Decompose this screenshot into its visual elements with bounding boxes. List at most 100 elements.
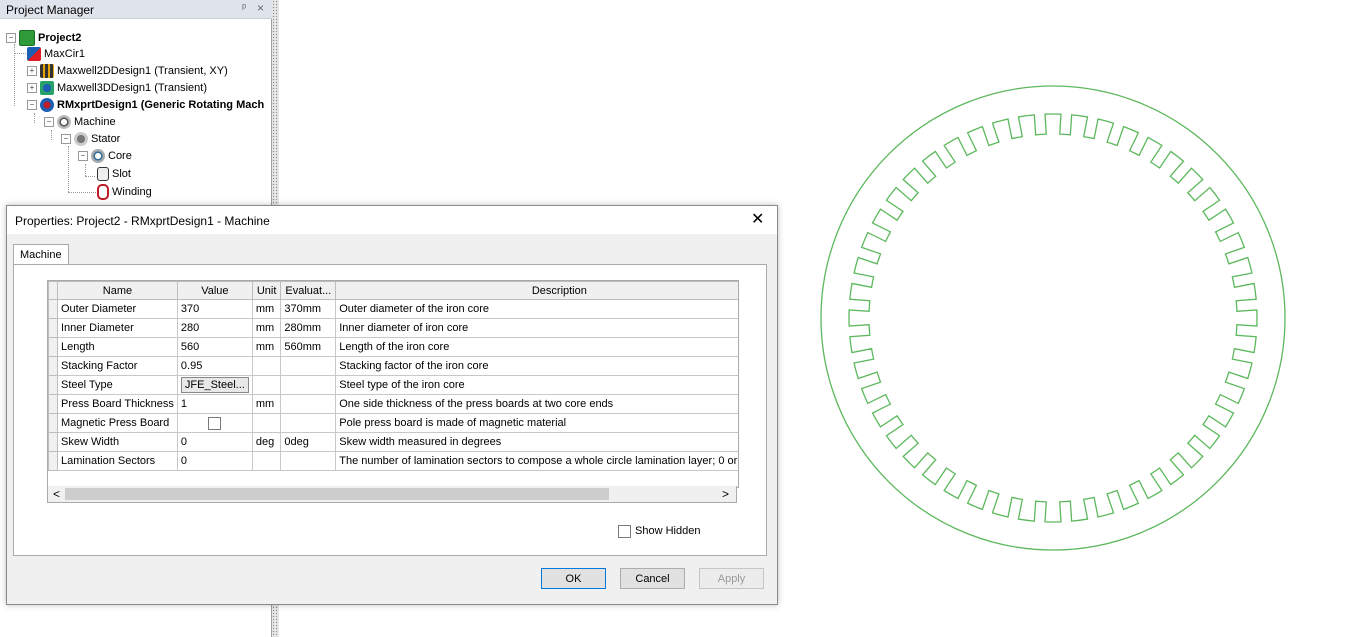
row-header bbox=[48, 299, 58, 319]
expand-icon[interactable]: + bbox=[27, 83, 37, 94]
ok-button[interactable]: OK bbox=[541, 568, 606, 589]
table-row[interactable]: Steel Type JFE_Steel... Steel type of the … bbox=[48, 375, 738, 395]
unit-cell: deg bbox=[251, 432, 282, 452]
table-row[interactable]: Magnetic Press Board Pole press board is … bbox=[48, 413, 738, 433]
column-header-name[interactable]: Name bbox=[57, 281, 178, 300]
show-hidden-label: Show Hidden bbox=[635, 525, 701, 538]
row-header bbox=[48, 432, 58, 452]
collapse-icon[interactable]: − bbox=[44, 117, 54, 128]
value-cell[interactable] bbox=[176, 413, 253, 433]
evaluated-cell bbox=[280, 451, 337, 471]
tab-machine[interactable]: Machine bbox=[13, 244, 69, 265]
collapse-icon[interactable]: − bbox=[27, 100, 37, 111]
close-icon[interactable]: × bbox=[257, 1, 264, 15]
collapse-icon[interactable]: − bbox=[61, 134, 71, 145]
row-header-corner bbox=[48, 281, 58, 300]
description-cell: Outer diameter of the iron core bbox=[335, 299, 738, 319]
value-cell[interactable]: 0.95 bbox=[176, 356, 253, 376]
expand-icon[interactable]: + bbox=[27, 66, 37, 77]
column-header-unit[interactable]: Unit bbox=[251, 281, 282, 300]
name-cell: Length bbox=[57, 337, 178, 357]
properties-table: Name Value Unit Evaluat... Description O… bbox=[48, 281, 738, 471]
value-cell[interactable]: 370 bbox=[176, 299, 253, 319]
scroll-left-icon[interactable]: < bbox=[53, 486, 60, 502]
cancel-button[interactable]: Cancel bbox=[620, 568, 685, 589]
row-header bbox=[48, 375, 58, 395]
apply-button[interactable]: Apply bbox=[699, 568, 764, 589]
evaluated-cell: 560mm bbox=[280, 337, 337, 357]
rmxprt-icon bbox=[40, 98, 54, 113]
tree-item-stator[interactable]: − Stator bbox=[61, 131, 120, 147]
value-cell[interactable]: JFE_Steel... bbox=[176, 375, 253, 395]
stator-icon bbox=[74, 132, 88, 147]
tree-item-core[interactable]: − Core bbox=[78, 148, 132, 164]
unit-cell bbox=[251, 375, 282, 395]
stator-core-drawing bbox=[820, 85, 1286, 551]
evaluated-cell bbox=[280, 413, 337, 433]
unit-cell: mm bbox=[251, 394, 282, 414]
unit-cell: mm bbox=[251, 318, 282, 338]
table-row[interactable]: Inner Diameter 280 mm 280mm Inner diameter o… bbox=[48, 318, 738, 338]
project-icon bbox=[19, 30, 35, 47]
description-cell: Pole press board is made of magnetic mat… bbox=[335, 413, 738, 433]
inner-slot-profile bbox=[848, 113, 1258, 523]
tree-item-machine[interactable]: − Machine bbox=[44, 114, 116, 130]
project-manager-titlebar: Project Manager ᵖ × bbox=[0, 0, 272, 19]
table-row[interactable]: Press Board Thickness 1 mm One side thickne… bbox=[48, 394, 738, 414]
pin-icon[interactable]: ᵖ bbox=[242, 2, 246, 14]
collapse-icon[interactable]: − bbox=[6, 33, 16, 44]
name-cell: Inner Diameter bbox=[57, 318, 178, 338]
table-row[interactable]: Skew Width 0 deg 0deg Skew width measured in… bbox=[48, 432, 738, 452]
value-cell[interactable]: 560 bbox=[176, 337, 253, 357]
tree-item-maxcir1[interactable]: MaxCir1 bbox=[27, 46, 85, 62]
table-row[interactable]: Length 560 mm 560mm Length of the iron core bbox=[48, 337, 738, 357]
column-header-description[interactable]: Description bbox=[335, 281, 738, 300]
evaluated-cell: 0deg bbox=[280, 432, 337, 452]
tree-item-project2[interactable]: − Project2 bbox=[6, 30, 81, 47]
evaluated-cell bbox=[280, 375, 337, 395]
table-row[interactable]: Stacking Factor 0.95 Stacking factor of th… bbox=[48, 356, 738, 376]
steel-type-button[interactable]: JFE_Steel... bbox=[180, 377, 249, 393]
maxwell3d-icon bbox=[40, 81, 54, 96]
unit-cell: mm bbox=[251, 337, 282, 357]
name-cell: Press Board Thickness bbox=[57, 394, 178, 414]
value-cell[interactable]: 0 bbox=[176, 451, 253, 471]
name-cell: Magnetic Press Board bbox=[57, 413, 178, 433]
name-cell: Skew Width bbox=[57, 432, 178, 452]
tree-item-slot[interactable]: Slot bbox=[97, 166, 131, 182]
grid-body: Outer Diameter 370 mm 370mm Outer diameter o… bbox=[48, 299, 738, 471]
close-icon[interactable]: ✕ bbox=[751, 209, 764, 229]
slot-icon bbox=[97, 167, 109, 182]
show-hidden-option[interactable]: Show Hidden bbox=[618, 525, 700, 538]
evaluated-cell: 370mm bbox=[280, 299, 337, 319]
unit-cell bbox=[251, 413, 282, 433]
name-cell: Steel Type bbox=[57, 375, 178, 395]
tree-item-rmxprt[interactable]: − RMxprtDesign1 (Generic Rotating Mach bbox=[27, 97, 264, 113]
name-cell: Lamination Sectors bbox=[57, 451, 178, 471]
column-header-value[interactable]: Value bbox=[176, 281, 253, 300]
evaluated-cell bbox=[280, 356, 337, 376]
winding-icon bbox=[97, 184, 109, 201]
tree-item-maxwell2d[interactable]: + Maxwell2DDesign1 (Transient, XY) bbox=[27, 63, 228, 79]
table-row[interactable]: Lamination Sectors 0 The number of laminat… bbox=[48, 451, 738, 471]
value-cell[interactable]: 280 bbox=[176, 318, 253, 338]
scroll-right-icon[interactable]: > bbox=[722, 486, 729, 502]
maxwell2d-icon bbox=[40, 64, 54, 79]
value-cell[interactable]: 0 bbox=[176, 432, 253, 452]
value-cell[interactable]: 1 bbox=[176, 394, 253, 414]
scroll-thumb[interactable] bbox=[65, 488, 609, 500]
tree-item-maxwell3d[interactable]: + Maxwell3DDesign1 (Transient) bbox=[27, 80, 207, 96]
row-header bbox=[48, 337, 58, 357]
row-header bbox=[48, 394, 58, 414]
horizontal-scrollbar[interactable]: < > bbox=[47, 486, 737, 503]
description-cell: Stacking factor of the iron core bbox=[335, 356, 738, 376]
row-header bbox=[48, 356, 58, 376]
table-row[interactable]: Outer Diameter 370 mm 370mm Outer diameter o… bbox=[48, 299, 738, 319]
tree-item-winding[interactable]: Winding bbox=[97, 184, 152, 201]
properties-grid: Name Value Unit Evaluat... Description O… bbox=[47, 280, 739, 488]
show-hidden-checkbox[interactable] bbox=[618, 525, 631, 538]
column-header-evaluated[interactable]: Evaluat... bbox=[280, 281, 337, 300]
magnetic-press-board-checkbox[interactable] bbox=[208, 416, 222, 430]
collapse-icon[interactable]: − bbox=[78, 151, 88, 162]
evaluated-cell: 280mm bbox=[280, 318, 337, 338]
